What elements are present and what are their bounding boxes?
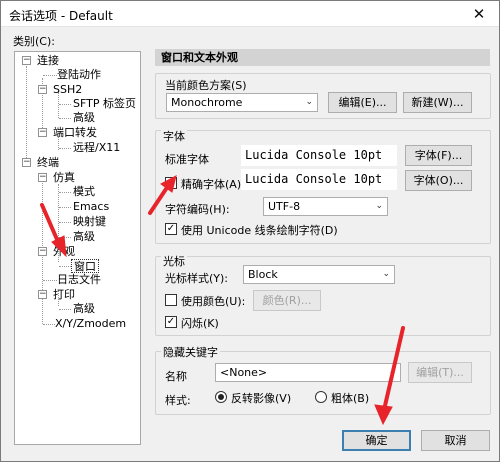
tree-item-print[interactable]: 打印 xyxy=(53,288,75,302)
precise-font-button[interactable]: 字体(O)... xyxy=(405,170,472,191)
precise-font-value: Lucida Console 10pt xyxy=(241,169,397,190)
tree-item-login-actions[interactable]: 登陆动作 xyxy=(57,68,101,82)
chevron-down-icon: ⌄ xyxy=(388,367,396,377)
collapse-terminal-icon[interactable]: − xyxy=(22,158,31,167)
collapse-ssh2-icon[interactable]: − xyxy=(38,85,47,94)
collapse-appearance-icon[interactable]: − xyxy=(38,247,47,256)
category-label: 类别(C): xyxy=(13,35,55,48)
use-color-checkbox[interactable] xyxy=(165,294,177,306)
window-title: 会话选项 - Default xyxy=(9,9,113,23)
tree-item-window[interactable]: 窗口 xyxy=(71,259,99,273)
tree-item-key-map[interactable]: 映射键 xyxy=(73,215,106,229)
close-icon[interactable]: ✕ xyxy=(459,1,499,27)
color-scheme-value: Monochrome xyxy=(171,96,243,109)
tree-item-emacs[interactable]: Emacs xyxy=(73,200,109,214)
encoding-label: 字符编码(H): xyxy=(165,203,230,216)
tree-item-modes[interactable]: 模式 xyxy=(73,185,95,199)
keyword-name-value: <None> xyxy=(220,366,268,379)
scheme-edit-button[interactable]: 编辑(E)... xyxy=(328,92,397,113)
normal-font-label: 标准字体 xyxy=(165,153,209,166)
cursor-color-button[interactable]: 颜色(R)... xyxy=(253,290,321,311)
scheme-new-button[interactable]: 新建(W)... xyxy=(403,92,472,113)
tree-item-log-file[interactable]: 日志文件 xyxy=(57,273,101,287)
collapse-emulation-icon[interactable]: − xyxy=(38,173,47,182)
color-scheme-select[interactable]: Monochrome ⌄ xyxy=(166,93,318,112)
keyword-style-label: 样式: xyxy=(165,394,191,407)
keyword-name-label: 名称 xyxy=(165,370,187,383)
blink-label: 闪烁(K) xyxy=(181,317,219,330)
cursor-style-label: 光标样式(Y): xyxy=(165,272,229,285)
color-scheme-label: 当前颜色方案(S) xyxy=(165,79,247,92)
cursor-style-select[interactable]: Block ⌄ xyxy=(243,265,395,284)
ok-button[interactable]: 确定 xyxy=(342,430,411,451)
tree-item-connect[interactable]: 连接 xyxy=(37,54,59,68)
chevron-down-icon: ⌄ xyxy=(382,269,390,279)
tree-item-xyzmodem[interactable]: X/Y/Zmodem xyxy=(55,317,126,331)
tree-item-remote-x11[interactable]: 远程/X11 xyxy=(73,141,120,155)
use-color-label: 使用颜色(U): xyxy=(181,295,246,308)
keyword-name-select[interactable]: <None> ⌄ xyxy=(215,363,401,382)
tree-item-terminal[interactable]: 终端 xyxy=(37,156,59,170)
font-group-label: 字体 xyxy=(161,128,187,144)
blink-checkbox[interactable]: ✓ xyxy=(165,316,177,328)
unicode-line-label: 使用 Unicode 线条绘制字符(D) xyxy=(181,224,338,237)
keyword-edit-button[interactable]: 编辑(T)... xyxy=(408,362,472,383)
title-bar: 会话选项 - Default ✕ xyxy=(1,1,499,27)
tree-item-sftp-tab[interactable]: SFTP 标签页 xyxy=(73,97,136,111)
session-options-dialog: 会话选项 - Default ✕ 类别(C): − 连接 登陆动作 − SSH2… xyxy=(0,0,500,462)
tree-item-emulation[interactable]: 仿真 xyxy=(53,171,75,185)
reverse-video-radio[interactable] xyxy=(215,391,227,403)
tree-item-print-advanced[interactable]: 高级 xyxy=(73,302,95,316)
tree-item-appearance[interactable]: 外观 xyxy=(53,245,75,259)
chevron-down-icon: ⌄ xyxy=(375,201,383,211)
keyword-group xyxy=(155,351,491,415)
reverse-video-label: 反转影像(V) xyxy=(231,392,292,405)
precise-font-label: 精确字体(A): xyxy=(181,178,245,191)
cursor-style-value: Block xyxy=(248,268,278,281)
normal-font-value: Lucida Console 10pt xyxy=(241,145,397,166)
keyword-group-label: 隐藏关键字 xyxy=(161,344,220,360)
bold-radio[interactable] xyxy=(315,391,327,403)
unicode-line-checkbox[interactable]: ✓ xyxy=(165,223,177,235)
cursor-group-label: 光标 xyxy=(161,253,187,269)
normal-font-button[interactable]: 字体(F)... xyxy=(405,145,472,166)
tree-item-port-forward[interactable]: 端口转发 xyxy=(53,126,97,140)
cancel-button[interactable]: 取消 xyxy=(421,430,490,451)
encoding-select[interactable]: UTF-8 ⌄ xyxy=(263,197,388,216)
collapse-port-forward-icon[interactable]: − xyxy=(38,128,47,137)
panel-header: 窗口和文本外观 xyxy=(155,49,490,66)
tree-item-ssh2[interactable]: SSH2 xyxy=(53,83,82,97)
collapse-print-icon[interactable]: − xyxy=(38,290,47,299)
collapse-connect-icon[interactable]: − xyxy=(22,56,31,65)
encoding-value: UTF-8 xyxy=(268,200,301,213)
bold-label: 粗体(B) xyxy=(331,392,370,405)
precise-font-checkbox[interactable]: ✓ xyxy=(165,177,177,189)
tree-item-emulation-advanced[interactable]: 高级 xyxy=(73,230,95,244)
category-tree[interactable]: − 连接 登陆动作 − SSH2 SFTP 标签页 高级 − 端口转发 远程/X… xyxy=(14,51,141,445)
tree-item-ssh2-advanced[interactable]: 高级 xyxy=(73,111,95,125)
chevron-down-icon: ⌄ xyxy=(305,97,313,107)
